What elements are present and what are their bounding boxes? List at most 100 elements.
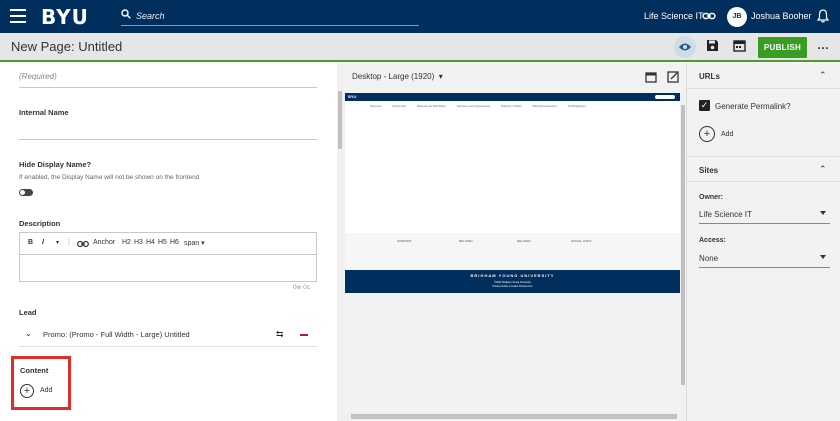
preview-footer-heading: SUPPORT: [397, 239, 412, 243]
preview-nav-link: Submit a Ticket: [500, 104, 522, 108]
preview-header: BYU: [345, 93, 680, 101]
lead-item[interactable]: ⌄ Promo: (Promo - Full Width - Large) Un…: [19, 322, 317, 347]
hide-display-name-label: Hide Display Name?: [19, 160, 92, 169]
h6-button[interactable]: H6: [170, 239, 179, 246]
page-preview: BYU Services Personnel Request an Exhibi…: [345, 93, 680, 293]
toolbar-divider: |: [68, 239, 70, 246]
generate-permalink-checkbox[interactable]: ✓: [699, 100, 710, 111]
add-url-button[interactable]: +: [699, 126, 715, 142]
h3-button[interactable]: H3: [134, 239, 143, 246]
search-input[interactable]: [136, 8, 406, 23]
description-editor[interactable]: B I ▾ | Anchor H2 H3 H4 H5 H6 span ▾: [19, 232, 317, 282]
menu-icon[interactable]: [10, 9, 26, 23]
caret-down-icon: [820, 255, 826, 259]
preview-logo: BYU: [348, 94, 357, 99]
owner-select[interactable]: Life Science IT: [699, 208, 830, 224]
swap-icon[interactable]: ⇆: [276, 329, 284, 340]
access-value: None: [699, 254, 719, 263]
display-name-field[interactable]: (Required): [19, 72, 57, 81]
calendar-icon[interactable]: [645, 71, 657, 83]
access-select[interactable]: None: [699, 252, 830, 268]
owner-label: Owner:: [699, 194, 724, 201]
preview-horizontal-scrollbar[interactable]: [343, 412, 686, 421]
preview-nav-link: Web Development: [532, 104, 557, 108]
preview-nav-link: Request an Exhibition: [416, 104, 446, 108]
preview-search: [655, 95, 675, 99]
preview-nav-links: Services Personnel Request an Exhibition…: [370, 104, 596, 108]
urls-section-header[interactable]: URLs ⌃: [687, 63, 840, 89]
preview-nav-link: LS Brightspot: [567, 104, 586, 108]
preview-footer-copyright: ©2021 Brigham Young University: [494, 281, 531, 284]
sites-section-header[interactable]: Sites ⌃: [687, 156, 840, 182]
open-external-icon[interactable]: [667, 71, 679, 83]
scroll-thumb[interactable]: [338, 91, 342, 149]
remove-icon[interactable]: [300, 334, 308, 336]
more-options-button[interactable]: …: [817, 38, 829, 52]
scroll-thumb[interactable]: [681, 105, 685, 385]
byu-logo[interactable]: BYU: [41, 5, 89, 29]
internal-name-label: Internal Name: [19, 108, 69, 117]
preview-footer-heading: RELATED: [459, 239, 473, 243]
preview-toggle-button[interactable]: [674, 36, 696, 58]
internal-name-input[interactable]: [19, 139, 317, 140]
eye-icon: [679, 43, 691, 51]
content-highlight-box: Content + Add: [11, 356, 71, 410]
top-navbar: BYU Life Science IT JB Joshua Booher: [0, 0, 840, 33]
add-url-label[interactable]: Add: [721, 131, 733, 138]
owner-value: Life Science IT: [699, 210, 752, 219]
page-title-bar: New Page: Untitled PUBLISH …: [0, 33, 840, 62]
more-format-dropdown[interactable]: ▾: [56, 239, 59, 246]
preview-panel: Desktop - Large (1920) ▾ BYU Services Pe…: [343, 63, 686, 421]
h2-button[interactable]: H2: [122, 239, 131, 246]
chevron-up-icon[interactable]: ⌃: [819, 70, 827, 81]
display-name-underline: [19, 87, 317, 88]
preview-nav-link: Services: [370, 104, 382, 108]
preview-footer-privacy: Privacy Notice | Cookie Preferences: [492, 285, 533, 288]
search-icon: [121, 9, 131, 19]
access-label: Access:: [699, 237, 726, 244]
save-icon[interactable]: [706, 39, 719, 52]
page-title: New Page: Untitled: [11, 39, 123, 54]
device-label: Desktop - Large (1920): [352, 72, 435, 81]
h4-button[interactable]: H4: [146, 239, 155, 246]
span-label: span: [184, 240, 200, 247]
search-bar[interactable]: [121, 7, 419, 26]
user-name[interactable]: Joshua Booher: [751, 11, 812, 21]
h5-button[interactable]: H5: [158, 239, 167, 246]
link-icon[interactable]: [77, 240, 89, 248]
generate-permalink-label[interactable]: Generate Permalink?: [715, 102, 791, 111]
urls-title: URLs: [699, 72, 720, 81]
preview-footer-bar: BRIGHAM YOUNG UNIVERSITY ©2021 Brigham Y…: [345, 270, 680, 293]
publish-button[interactable]: PUBLISH: [758, 37, 807, 58]
chevron-up-icon[interactable]: ⌃: [819, 164, 827, 175]
device-selector[interactable]: Desktop - Large (1920) ▾: [352, 72, 443, 81]
span-dropdown[interactable]: span ▾: [184, 239, 205, 247]
word-count: 0w 0c: [293, 284, 310, 291]
add-content-label[interactable]: Add: [40, 387, 52, 394]
hide-display-name-toggle[interactable]: [19, 189, 33, 196]
italic-button[interactable]: I: [42, 239, 44, 246]
site-switcher[interactable]: Life Science IT: [644, 11, 704, 21]
hide-display-name-help: If enabled, the Display Name will not be…: [19, 174, 200, 181]
description-label: Description: [19, 219, 61, 228]
link-icon[interactable]: [702, 10, 716, 22]
preview-nav-link: Service Level Agreement: [456, 104, 491, 108]
bold-button[interactable]: B: [28, 239, 33, 246]
chevron-down-icon[interactable]: ⌄: [25, 329, 32, 338]
calendar-icon[interactable]: [733, 39, 746, 52]
anchor-button[interactable]: Anchor: [93, 239, 115, 246]
add-content-button[interactable]: +: [20, 384, 34, 398]
preview-footer: SUPPORT RELATED RELATED SOCIAL LINKS: [345, 233, 680, 270]
settings-sidebar: URLs ⌃ ✓ Generate Permalink? + Add Sites…: [686, 63, 840, 421]
rich-text-toolbar: B I ▾ | Anchor H2 H3 H4 H5 H6 span ▾: [20, 233, 316, 255]
preview-footer-title: BRIGHAM YOUNG UNIVERSITY: [470, 273, 555, 278]
avatar[interactable]: JB: [727, 7, 747, 27]
lead-item-title[interactable]: Promo: (Promo - Full Width - Large) Unti…: [43, 330, 190, 339]
content-form-panel: (Required) Internal Name Hide Display Na…: [0, 63, 337, 421]
preview-footer-heading: SOCIAL LINKS: [571, 239, 592, 243]
sites-title: Sites: [699, 166, 719, 175]
bell-icon[interactable]: [817, 9, 829, 23]
preview-footer-heading: RELATED: [517, 239, 531, 243]
scroll-thumb[interactable]: [351, 414, 677, 419]
preview-nav-link: Personnel: [392, 104, 406, 108]
